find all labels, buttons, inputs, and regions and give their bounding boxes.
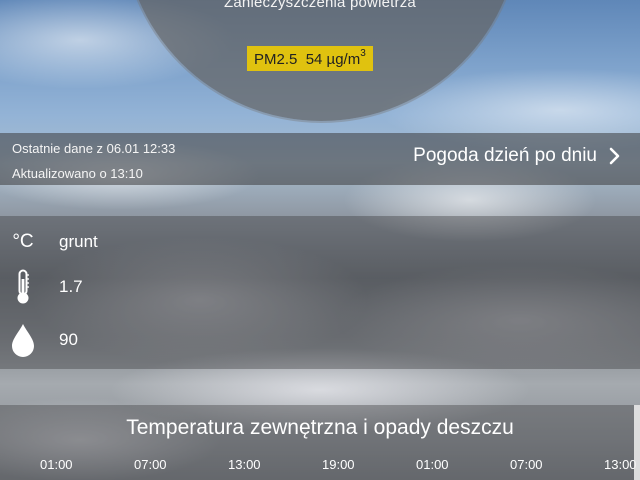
time-tick: 01:00 bbox=[416, 457, 449, 472]
time-tick: 13:00 bbox=[604, 457, 637, 472]
scrollbar[interactable] bbox=[634, 405, 640, 480]
status-band: Ostatnie dane z 06.01 12:33 Aktualizowan… bbox=[0, 133, 640, 185]
last-data-text: Ostatnie dane z 06.01 12:33 bbox=[12, 141, 176, 156]
pm25-label: PM2.5 bbox=[254, 51, 298, 68]
chart-title: Temperatura zewnętrzna i opady deszczu bbox=[126, 416, 514, 439]
time-tick: 07:00 bbox=[510, 457, 543, 472]
ground-label: grunt bbox=[59, 232, 98, 251]
updated-text: Aktualizowano o 13:10 bbox=[12, 166, 143, 181]
time-tick: 13:00 bbox=[228, 457, 261, 472]
daily-forecast-label: Pogoda dzień po dniu bbox=[413, 145, 597, 166]
air-quality-title: Zanieczyszczenia powietrza bbox=[224, 0, 416, 11]
time-tick: 01:00 bbox=[40, 457, 73, 472]
time-tick: 19:00 bbox=[322, 457, 355, 472]
ground-temperature-row: 1.7 bbox=[0, 267, 640, 307]
pm25-value: 54 µg/m bbox=[305, 51, 361, 68]
thermometer-icon bbox=[17, 269, 29, 304]
temperature-rain-chart[interactable]: Temperatura zewnętrzna i opady deszczu 0… bbox=[0, 405, 640, 480]
daily-forecast-link[interactable]: Pogoda dzień po dniu bbox=[413, 145, 624, 167]
pm25-badge[interactable]: PM2.5 54 µg/m3 bbox=[247, 46, 373, 71]
celsius-unit: °C bbox=[12, 231, 34, 252]
ground-humidity-row: 90 bbox=[0, 320, 640, 360]
ground-unit-row: °C grunt bbox=[0, 222, 640, 262]
weather-screen: Zanieczyszczenia powietrza PM2.5 54 µg/m… bbox=[0, 0, 640, 480]
pm25-unit-exponent: 3 bbox=[360, 48, 366, 59]
ground-sensor-panel: °C grunt 1.7 90 bbox=[0, 216, 640, 369]
time-axis: 01:00 07:00 13:00 19:00 01:00 07:00 13:00 bbox=[0, 457, 640, 477]
chevron-right-icon bbox=[609, 147, 620, 165]
time-tick: 07:00 bbox=[134, 457, 167, 472]
ground-temperature-value: 1.7 bbox=[59, 277, 83, 296]
water-drop-icon bbox=[12, 324, 34, 357]
ground-humidity-value: 90 bbox=[59, 330, 78, 349]
